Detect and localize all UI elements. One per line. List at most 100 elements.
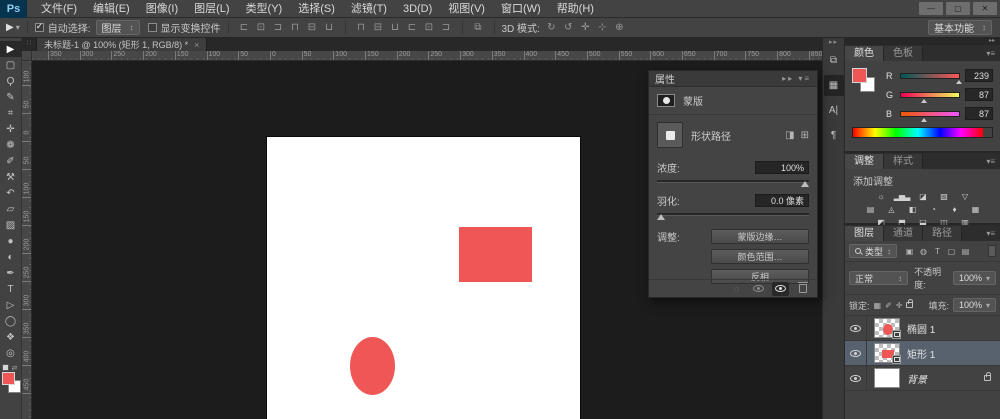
blur-tool[interactable]: ● — [0, 233, 22, 249]
gradient-tool[interactable]: ▨ — [0, 217, 22, 233]
panel-collapse-menu-icons[interactable]: ▸▸ ▾≡ — [782, 74, 811, 83]
layer-visibility-toggle[interactable] — [845, 366, 867, 390]
3d-slide-icon[interactable]: ⊹ — [594, 22, 611, 33]
align-bottom-edges-icon[interactable]: ⊔ — [321, 22, 338, 33]
auto-select-dropdown[interactable]: 图层 ↕ — [95, 20, 140, 35]
history-panel-icon[interactable]: ⧉ — [824, 50, 844, 71]
align-left-edges-icon[interactable]: ⊏ — [236, 22, 253, 33]
pen-tool[interactable]: ✒ — [0, 265, 22, 281]
fill-dropdown[interactable]: 100% ▾ — [952, 298, 996, 312]
levels-icon[interactable]: ▂▅▃ — [893, 190, 911, 202]
layers-panel-menu-icon[interactable]: ▾≡ — [981, 229, 1000, 238]
filter-shape-layers-icon[interactable]: ▢ — [945, 245, 958, 258]
channel-slider-G[interactable] — [900, 91, 960, 103]
add-pixel-mask-icon[interactable]: ◨ — [785, 130, 794, 141]
vibrance-icon[interactable]: ▽ — [956, 190, 974, 202]
ruler-horizontal[interactable]: 350 300 250 200 150 100 50 0 50 100 150 200 250 300 35… — [32, 51, 822, 61]
channel-slider-thumb[interactable] — [920, 98, 927, 103]
channel-slider-thumb[interactable] — [920, 117, 927, 122]
type-tool[interactable]: T — [0, 281, 22, 297]
brush-tool[interactable]: ✐ — [0, 153, 22, 169]
density-value[interactable]: 100% — [755, 161, 809, 174]
menu-item-4[interactable]: 类型(Y) — [238, 0, 291, 18]
move-tool[interactable]: ▶ — [0, 41, 22, 57]
filter-switch-toggle[interactable] — [988, 245, 996, 257]
collapse-dock-icon[interactable]: ▸▸ — [845, 38, 1000, 45]
filter-pixel-layers-icon[interactable]: ▣ — [903, 245, 916, 258]
layer-visibility-toggle[interactable] — [845, 341, 867, 365]
layer-row-1[interactable]: 矩形 1 — [845, 341, 1000, 366]
filter-adjustment-layers-icon[interactable]: ◍ — [917, 245, 930, 258]
curves-icon[interactable]: ◪ — [914, 190, 932, 202]
tab-图层[interactable]: 图层 — [845, 226, 884, 241]
lasso-tool[interactable]: Ϙ — [0, 73, 22, 89]
menu-item-7[interactable]: 3D(D) — [395, 0, 440, 18]
distribute-horizontal-centers-icon[interactable]: ⊡ — [421, 22, 438, 33]
rectangle-shape[interactable] — [459, 227, 532, 282]
paragraph-panel-icon[interactable]: ¶ — [824, 125, 844, 146]
channel-slider-B[interactable] — [900, 110, 960, 122]
layer-thumbnail[interactable] — [874, 318, 901, 339]
lock-position-icon[interactable]: ✛ — [896, 301, 903, 310]
brightness-contrast-icon[interactable]: ☼ — [872, 190, 890, 202]
shape-tool[interactable]: ◯ — [0, 313, 22, 329]
spectrum-end-swatches[interactable] — [983, 128, 992, 137]
workspace-switcher[interactable]: 基本功能 ↕ — [928, 20, 992, 35]
channel-value-R[interactable]: 239 — [965, 69, 993, 82]
expand-dock-icon[interactable]: ▸▸ — [829, 38, 838, 48]
document-canvas[interactable] — [267, 137, 580, 419]
tab-色板[interactable]: 色板 — [884, 46, 923, 61]
swap-colors-icon[interactable]: ⇄ — [12, 364, 18, 372]
crop-tool[interactable]: ⌗ — [0, 105, 22, 121]
tab-颜色[interactable]: 颜色 — [845, 46, 884, 61]
tab-样式[interactable]: 样式 — [884, 154, 923, 169]
marquee-tool[interactable]: ▢ — [0, 57, 22, 73]
channel-slider-thumb[interactable] — [955, 79, 962, 84]
filter-smart-objects-icon[interactable]: ▤ — [959, 245, 972, 258]
align-horizontal-centers-icon[interactable]: ⊡ — [253, 22, 270, 33]
tab-通道[interactable]: 通道 — [884, 226, 923, 241]
add-vector-mask-icon[interactable]: ⊞ — [801, 130, 809, 141]
minimize-button[interactable]: — — [919, 2, 943, 15]
layer-row-2[interactable]: 背景 — [845, 366, 1000, 391]
density-slider[interactable] — [657, 178, 809, 187]
align-right-edges-icon[interactable]: ⊐ — [270, 22, 287, 33]
lock-pixels-icon[interactable]: ✐ — [885, 301, 892, 310]
distribute-right-edges-icon[interactable]: ⊐ — [438, 22, 455, 33]
adjustments-panel-menu-icon[interactable]: ▾≡ — [981, 157, 1000, 166]
close-button[interactable]: ✕ — [973, 2, 997, 15]
density-slider-thumb[interactable] — [801, 181, 809, 187]
color-spectrum-ramp[interactable] — [852, 127, 993, 138]
menu-item-9[interactable]: 窗口(W) — [493, 0, 549, 18]
path-selection-tool[interactable]: ▷ — [0, 297, 22, 313]
exposure-icon[interactable]: ▧ — [935, 190, 953, 202]
distribute-bottom-edges-icon[interactable]: ⊔ — [387, 22, 404, 33]
3d-rotate-icon[interactable]: ↻ — [543, 22, 560, 33]
layer-thumbnail[interactable] — [874, 368, 900, 388]
menu-item-8[interactable]: 视图(V) — [440, 0, 493, 18]
foreground-color-swatch[interactable] — [1, 372, 15, 385]
3d-roll-icon[interactable]: ↺ — [560, 22, 577, 33]
menu-item-5[interactable]: 选择(S) — [290, 0, 343, 18]
menu-item-10[interactable]: 帮助(H) — [549, 0, 602, 18]
align-top-edges-icon[interactable]: ⊓ — [287, 22, 304, 33]
lock-all-icon[interactable] — [906, 299, 914, 308]
spot-healing-brush-tool[interactable]: ❁ — [0, 137, 22, 153]
tab-close-icon[interactable]: × — [194, 40, 199, 50]
hand-tool[interactable]: ❖ — [0, 329, 22, 345]
zoom-tool[interactable]: ◎ — [0, 345, 22, 361]
apply-mask-icon[interactable] — [750, 282, 767, 296]
photo-filter-icon[interactable]: ◔ — [924, 203, 942, 215]
load-mask-selection-icon[interactable]: ◌ — [728, 282, 745, 296]
layer-visibility-toggle[interactable] — [845, 316, 867, 340]
refine-mask-edge-button[interactable]: 蒙版边缘… — [711, 229, 809, 244]
ruler-origin-corner[interactable] — [22, 51, 32, 61]
dodge-tool[interactable]: ◐ — [0, 249, 22, 265]
channel-value-G[interactable]: 87 — [965, 88, 993, 101]
feather-slider-thumb[interactable] — [657, 214, 665, 220]
menu-item-0[interactable]: 文件(F) — [33, 0, 85, 18]
default-colors-icon[interactable] — [1, 364, 9, 371]
spectrum-gradient[interactable] — [853, 128, 983, 137]
feather-value[interactable]: 0.0 像素 — [755, 194, 809, 207]
clone-stamp-tool[interactable]: ⚒ — [0, 169, 22, 185]
